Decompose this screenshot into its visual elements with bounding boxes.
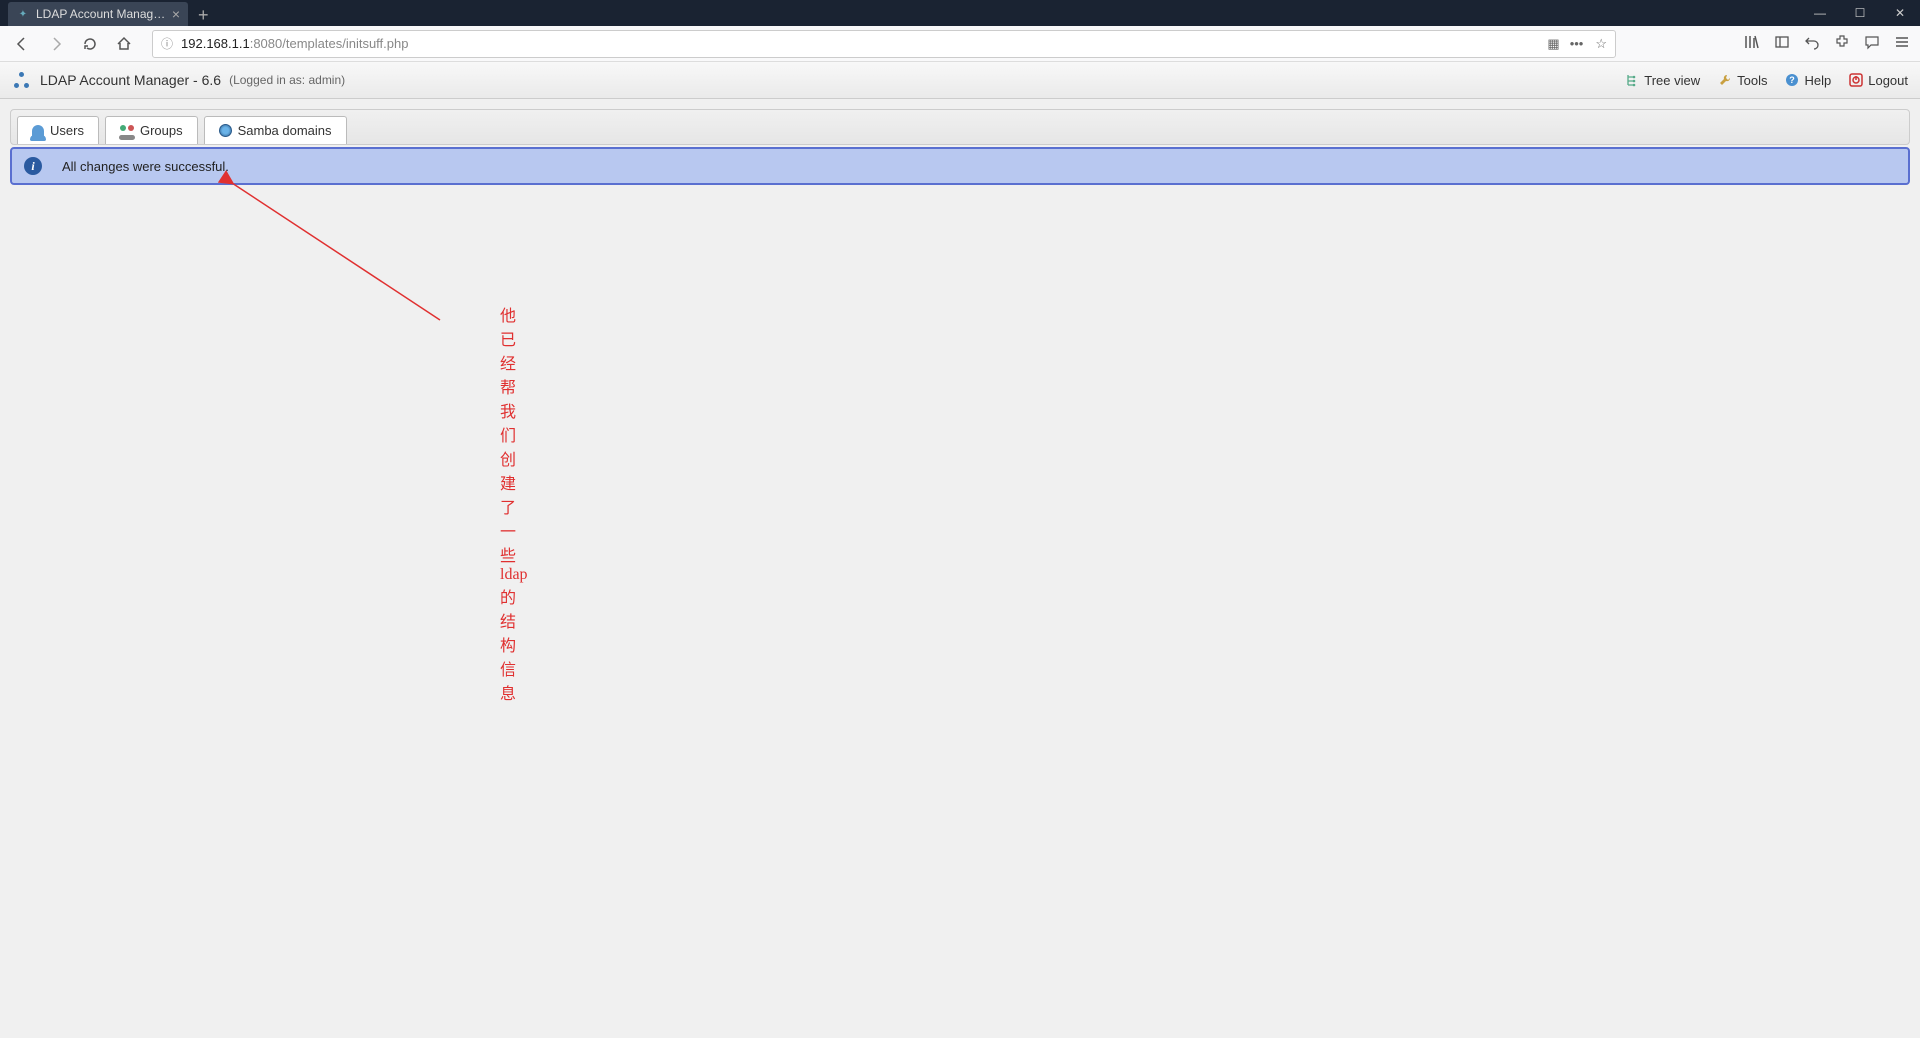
globe-icon [219,124,232,137]
home-button[interactable] [110,30,138,58]
close-window-button[interactable]: ✕ [1880,0,1920,26]
maximize-button[interactable]: ☐ [1840,0,1880,26]
logout-link[interactable]: Logout [1849,73,1908,88]
menu-icon[interactable] [1892,34,1912,53]
new-tab-button[interactable]: + [188,5,219,26]
url-host: 192.168.1.1 [181,36,250,51]
window-controls: — ☐ ✕ [1800,0,1920,26]
browser-toolbar: ⓘ 192.168.1.1:8080/templates/initsuff.ph… [0,26,1920,62]
tab-users[interactable]: Users [17,116,99,144]
tab-samba-domains[interactable]: Samba domains [204,116,347,144]
browser-titlebar: ✦ LDAP Account Manager (ope × + — ☐ ✕ [0,0,1920,26]
url-bar[interactable]: ⓘ 192.168.1.1:8080/templates/initsuff.ph… [152,30,1616,58]
reload-button[interactable] [76,30,104,58]
content-area: Users Groups Samba domains i All changes… [0,99,1920,195]
tools-label: Tools [1737,73,1767,88]
tab-users-label: Users [50,123,84,138]
minimize-button[interactable]: — [1800,0,1840,26]
tab-title: LDAP Account Manager (ope [36,7,166,21]
annotation-text: 他已经帮我们创建了一些ldap的结构信息 [500,302,528,704]
login-info: (Logged in as: admin) [229,73,345,87]
tab-groups-label: Groups [140,123,183,138]
undo-icon[interactable] [1802,34,1822,53]
help-icon: ? [1785,73,1799,87]
tools-link[interactable]: Tools [1718,73,1767,88]
app-header-left: LDAP Account Manager - 6.6 (Logged in as… [12,70,345,90]
tab-samba-label: Samba domains [238,123,332,138]
sidebar-icon[interactable] [1772,34,1792,53]
page-actions-icon[interactable]: ••• [1570,36,1584,52]
success-message-box: i All changes were successful. [10,147,1910,185]
close-tab-icon[interactable]: × [172,6,180,22]
tree-icon [1625,73,1639,87]
toolbar-right [1742,34,1912,53]
help-label: Help [1804,73,1831,88]
url-path: :8080/templates/initsuff.php [250,36,409,51]
help-link[interactable]: ? Help [1785,73,1831,88]
app-header-right: Tree view Tools ? Help Logout [1625,73,1908,88]
tab-groups[interactable]: Groups [105,116,198,144]
tab-favicon-icon: ✦ [16,7,30,21]
tab-strip: ✦ LDAP Account Manager (ope × + [0,0,219,26]
logout-icon [1849,73,1863,87]
extension-icon[interactable] [1832,34,1852,53]
app-header: LDAP Account Manager - 6.6 (Logged in as… [0,62,1920,99]
forward-button[interactable] [42,30,70,58]
user-icon [32,125,44,137]
logout-label: Logout [1868,73,1908,88]
back-button[interactable] [8,30,36,58]
wrench-icon [1718,73,1732,87]
tree-view-link[interactable]: Tree view [1625,73,1700,88]
url-text: 192.168.1.1:8080/templates/initsuff.php [181,36,1539,51]
browser-tab-active[interactable]: ✦ LDAP Account Manager (ope × [8,2,188,26]
info-icon: i [24,157,42,175]
app-title: LDAP Account Manager - 6.6 [40,72,221,88]
chat-icon[interactable] [1862,34,1882,53]
app-logo-icon [12,70,32,90]
bookmark-star-icon[interactable]: ☆ [1595,36,1607,52]
type-tab-bar: Users Groups Samba domains [10,109,1910,145]
svg-text:?: ? [1790,75,1796,85]
page-content: LDAP Account Manager - 6.6 (Logged in as… [0,62,1920,195]
success-message-text: All changes were successful. [62,159,229,174]
qr-icon[interactable]: ▦ [1547,36,1557,52]
site-info-icon[interactable]: ⓘ [161,35,173,52]
url-actions: ▦ ••• ☆ [1547,36,1607,52]
tree-view-label: Tree view [1644,73,1700,88]
group-icon [120,125,134,137]
library-icon[interactable] [1742,34,1762,53]
